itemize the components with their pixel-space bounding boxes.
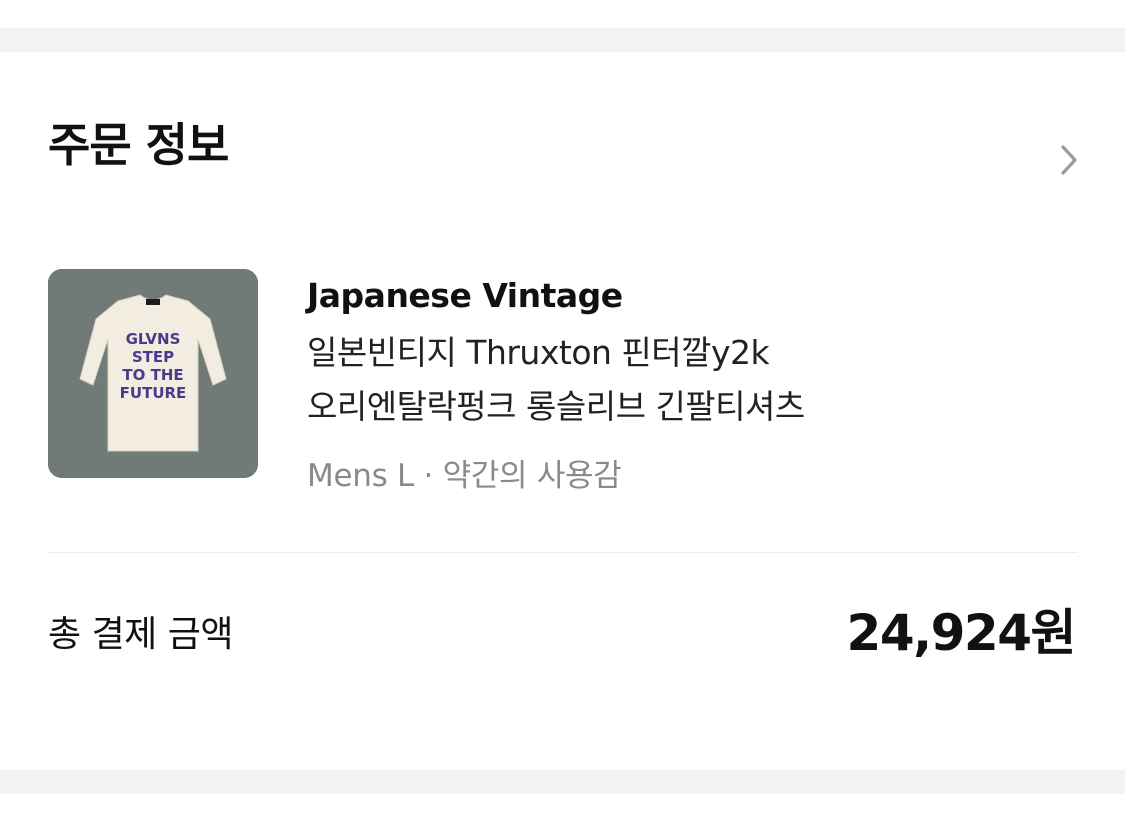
print-line-4: FUTURE xyxy=(120,384,187,402)
chevron-right-icon[interactable] xyxy=(1052,142,1088,178)
product-title-line-2[interactable]: 오리엔탈락펑크 롱슬리브 긴팔티셔츠 xyxy=(307,387,805,427)
total-payment-label: 총 결제 금액 xyxy=(48,614,234,655)
print-line-2: STEP xyxy=(132,348,174,366)
divider xyxy=(48,552,1078,553)
print-line-1: GLVNS xyxy=(126,330,181,348)
product-option-condition: Mens L · 약간의 사용감 xyxy=(307,458,622,494)
product-brand[interactable]: Japanese Vintage xyxy=(307,276,623,316)
print-line-3: TO THE xyxy=(122,366,183,384)
product-title-line-1[interactable]: 일본빈티지 Thruxton 핀터깔y2k xyxy=(307,333,770,373)
section-separator-top xyxy=(0,28,1125,52)
section-separator-bottom xyxy=(0,770,1125,794)
section-title: 주문 정보 xyxy=(48,118,229,172)
total-payment-amount: 24,924원 xyxy=(846,604,1077,662)
product-thumbnail[interactable]: GLVNS STEP TO THE FUTURE xyxy=(48,269,258,478)
